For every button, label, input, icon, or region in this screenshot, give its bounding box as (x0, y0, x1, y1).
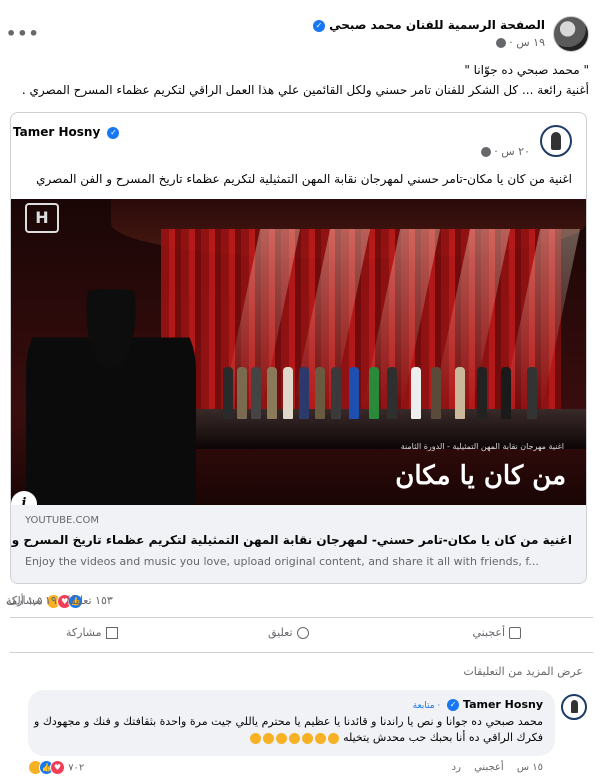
globe-icon (495, 38, 506, 48)
comment-author: Tamer Hosny ✓ · متابعة (413, 698, 543, 711)
emoji-icon (249, 732, 261, 744)
follow-link[interactable]: · متابعة (413, 701, 441, 711)
comment-reactions[interactable]: ٧٠٢ ♥👍 (28, 760, 84, 775)
comment-author-name[interactable]: Tamer Hosny (463, 698, 543, 711)
comment-bubble-icon (296, 627, 309, 639)
comment-reply-button[interactable]: رد (452, 762, 461, 773)
post-text-line-1: " محمد صبحي ده جوّانا " (464, 63, 589, 77)
man-silhouette (26, 289, 196, 505)
performer-figure (223, 367, 233, 419)
link-title[interactable]: اغنية من كان يا مكان-تامر حسني- لمهرجان … (11, 533, 572, 547)
more-options-icon[interactable]: ••• (6, 24, 40, 43)
shared-author-avatar[interactable] (540, 125, 572, 157)
post-time[interactable]: ١٩ س · (509, 36, 545, 49)
emoji-icon (288, 732, 300, 744)
commenter-avatar[interactable] (561, 694, 587, 720)
performer-figure (251, 367, 261, 419)
post-actions: أعجبني تعليق مشاركة (0, 626, 603, 646)
verified-badge-icon: ✓ (107, 126, 120, 139)
post-meta: ١٩ س · (493, 36, 545, 49)
shared-meta: ٢٠ س · (478, 145, 530, 158)
performer-figure (501, 367, 511, 419)
post-header: الصفحة الرسمية للفنان محمد صبحي ✓ ١٩ س ·… (0, 12, 603, 60)
shared-post-card[interactable]: Tamer Hosny ✓ ٢٠ س · اغنية من كان يا مكا… (10, 112, 587, 584)
post-author-name[interactable]: الصفحة الرسمية للفنان محمد صبحي (329, 18, 545, 32)
shared-author-name[interactable]: Tamer Hosny (13, 125, 100, 139)
emoji-icon (314, 732, 326, 744)
performer-figure (299, 367, 309, 419)
comment-reactions-count: ٧٠٢ (68, 762, 85, 774)
performer-figure (237, 367, 247, 419)
comment-share-counts: ١٥٣ تعليقًا ١٩ مشاركة (0, 594, 603, 614)
comment-like-button[interactable]: أعجبني (474, 762, 504, 773)
love-reaction-icon: ♥ (50, 760, 65, 775)
emoji-icon (262, 732, 274, 744)
shares-count[interactable]: ١٩ مشاركة (6, 594, 57, 607)
performer-figure (431, 367, 441, 419)
performer-figure (455, 367, 465, 419)
post-author[interactable]: الصفحة الرسمية للفنان محمد صبحي ✓ (310, 18, 545, 32)
like-label: أعجبني (472, 626, 505, 639)
performer-figure (331, 367, 341, 419)
comment-actions: ١٥ س أعجبني رد (442, 762, 543, 773)
performer-figure (315, 367, 325, 419)
thumbs-up-icon (509, 627, 521, 639)
comment-text: محمد صبحي ده جوانا و نص يا راندنا و قائد… (33, 714, 543, 746)
emoji-icon (275, 732, 287, 744)
counts: ١٥٣ تعليقًا ١٩ مشاركة (6, 594, 113, 607)
performer-figure (369, 367, 379, 419)
performer-figure (349, 367, 359, 419)
post-text-line-2: أغنية رائعة ... كل الشكر للفنان تامر حسن… (21, 83, 589, 97)
comment-time[interactable]: ١٥ س (517, 762, 543, 773)
view-more-comments-link[interactable]: عرض المزيد من التعليقات (463, 665, 583, 678)
performer-figure (527, 367, 537, 419)
performer-figure (411, 367, 421, 419)
post-text: " محمد صبحي ده جوّانا " أغنية رائعة ... … (14, 60, 589, 100)
performer-figure (283, 367, 293, 419)
share-button[interactable]: مشاركة (66, 626, 118, 639)
author-avatar[interactable] (553, 16, 589, 52)
video-title-overlay: من كان يا مكان (395, 461, 566, 491)
globe-icon (480, 147, 491, 157)
link-domain: YOUTUBE.COM (25, 515, 100, 526)
shared-time[interactable]: ٢٠ س · (494, 145, 530, 158)
emoji-icon (301, 732, 313, 744)
verified-badge-icon: ✓ (447, 699, 460, 711)
performer-figure (387, 367, 397, 419)
comment-bubble: Tamer Hosny ✓ · متابعة محمد صبحي ده جوان… (28, 690, 555, 756)
shared-post-text: اغنية من كان يا مكان-تامر حسني لمهرجان ن… (36, 172, 572, 186)
share-label: مشاركة (66, 626, 102, 639)
link-preview[interactable]: YOUTUBE.COM اغنية من كان يا مكان-تامر حس… (11, 505, 586, 583)
performer-figure (267, 367, 277, 419)
comment-label: تعليق (268, 626, 293, 639)
link-description: Enjoy the videos and music you love, upl… (25, 555, 539, 568)
share-arrow-icon (105, 627, 118, 639)
performer-figure (477, 367, 487, 419)
emoji-icon (327, 732, 339, 744)
verified-badge-icon: ✓ (312, 19, 325, 32)
channel-logo: H (25, 203, 59, 233)
video-subtitle: اغنية مهرجان نقابة المهن التمثيلية - الد… (400, 442, 564, 451)
shared-author[interactable]: Tamer Hosny ✓ (13, 125, 120, 139)
video-thumbnail[interactable]: H اغنية مهرجان نقابة المهن التمثيلية - ا… (11, 199, 586, 505)
comments-count[interactable]: ١٥٣ تعليقًا (67, 594, 112, 607)
divider (10, 652, 593, 653)
like-button[interactable]: أعجبني (472, 626, 521, 639)
comment-button[interactable]: تعليق (268, 626, 309, 639)
divider (10, 617, 593, 618)
